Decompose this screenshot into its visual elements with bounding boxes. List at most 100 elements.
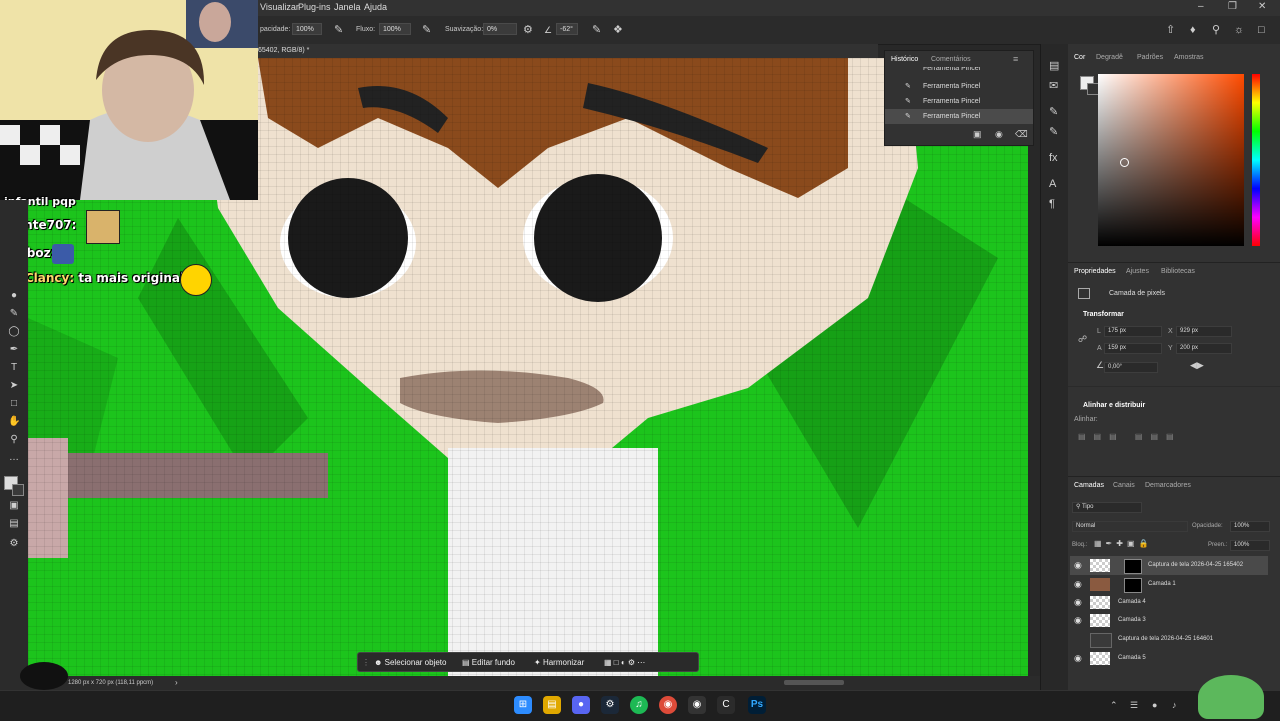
frame-tool-icon[interactable]: ⚙ <box>8 538 20 550</box>
fx-panel-icon[interactable]: fx <box>1049 152 1058 164</box>
harmonize-button[interactable]: ✦ Harmonizar <box>534 658 584 667</box>
tab-ajustes[interactable]: Ajustes <box>1126 268 1149 275</box>
discord-icon[interactable]: ● <box>572 696 590 714</box>
drag-handle-icon[interactable]: ⋮ <box>362 658 370 667</box>
layer-opacity-field[interactable]: 100% <box>1230 521 1270 532</box>
panel-menu-icon[interactable]: ≡ <box>1013 54 1018 64</box>
zoom-tool-icon[interactable]: ⚲ <box>8 434 20 446</box>
history-item[interactable]: ✎ Ferramenta Pincel <box>885 94 1033 109</box>
symmetry-icon[interactable]: ❖ <box>613 24 623 36</box>
tab-cor[interactable]: Cor <box>1074 54 1085 61</box>
restore-icon[interactable]: ❐ <box>1228 1 1237 12</box>
spotify-icon[interactable]: ♫ <box>630 696 648 714</box>
eye-icon[interactable]: ◉ <box>1074 556 1082 575</box>
flow-field[interactable]: 100% <box>379 23 411 35</box>
align-buttons[interactable]: ▤▤▤ ▤▤▤ <box>1078 432 1182 441</box>
layer-mask-thumbnail[interactable] <box>1124 578 1142 593</box>
brushes-panel-icon[interactable]: ✎ <box>1049 126 1058 138</box>
menu-janela[interactable]: Janela <box>334 2 361 12</box>
history-item[interactable]: ✎ Ferramenta Pincel <box>885 79 1033 94</box>
link-icon[interactable]: ☍ <box>1078 334 1087 345</box>
pen-tool-icon[interactable]: ✒ <box>8 344 20 356</box>
angle-field[interactable]: 0,00° <box>1104 362 1158 373</box>
more-options-icon[interactable]: ▦ □ ◐ ⚙ ⋯ <box>604 658 645 667</box>
hue-slider[interactable] <box>1252 74 1260 246</box>
tab-degrade[interactable]: Degradê <box>1096 54 1123 61</box>
brush-tool-icon[interactable]: ● <box>8 290 20 302</box>
layer-row[interactable]: ◉ Camada 5 <box>1070 649 1268 668</box>
tab-historico[interactable]: Histórico <box>891 56 918 63</box>
paragraph-panel-icon[interactable]: ¶ <box>1049 198 1055 210</box>
layer-row[interactable]: ◉ Camada 1 <box>1070 575 1268 594</box>
menu-ajuda[interactable]: Ajuda <box>364 2 387 12</box>
eye-icon[interactable]: ◉ <box>1074 575 1082 594</box>
gear-icon[interactable]: ⚙ <box>523 24 533 36</box>
document-tab[interactable]: 65402, RGB/8) * <box>258 44 878 59</box>
tab-amostras[interactable]: Amostras <box>1174 54 1204 61</box>
minimize-icon[interactable]: – <box>1198 1 1204 12</box>
lightbulb-icon[interactable]: ☼ <box>1234 24 1244 36</box>
lock-icons[interactable]: ▦✒✚▣🔒 <box>1094 539 1152 548</box>
angle-field[interactable]: -62° <box>556 23 578 35</box>
tab-bibliotecas[interactable]: Bibliotecas <box>1161 268 1195 275</box>
tab-propriedades[interactable]: Propriedades <box>1074 268 1116 275</box>
obs-icon[interactable]: ◉ <box>688 696 706 714</box>
start-icon[interactable]: ⊞ <box>514 696 532 714</box>
opacity-field[interactable]: 100% <box>292 23 322 35</box>
tab-canais[interactable]: Canais <box>1113 482 1135 489</box>
wifi-icon[interactable]: ☰ <box>1130 700 1138 711</box>
eye-icon[interactable]: ◉ <box>1074 611 1082 630</box>
quick-mask-icon[interactable]: ▣ <box>8 500 20 512</box>
horizontal-scrollbar[interactable] <box>784 680 844 685</box>
path-select-tool-icon[interactable]: ➤ <box>8 380 20 392</box>
workspace-icon[interactable]: □ <box>1258 24 1265 36</box>
share-icon[interactable]: ⇧ <box>1166 24 1175 36</box>
history-panel-icon[interactable]: ▤ <box>1049 60 1059 72</box>
menu-plugins[interactable]: Plug-ins <box>298 2 331 12</box>
volume-icon[interactable]: ♪ <box>1172 700 1177 710</box>
tab-comentarios[interactable]: Comentários <box>931 56 971 63</box>
eye-icon[interactable]: ◉ <box>1074 649 1082 668</box>
layer-row[interactable]: ◉ Camada 4 <box>1070 593 1268 612</box>
tab-demarcadores[interactable]: Demarcadores <box>1145 482 1191 489</box>
comments-panel-icon[interactable]: ✉ <box>1049 80 1058 92</box>
file-explorer-icon[interactable]: ▤ <box>543 696 561 714</box>
chrome-icon[interactable]: ◉ <box>659 696 677 714</box>
character-panel-icon[interactable]: A <box>1049 178 1056 190</box>
history-item-selected[interactable]: ✎ Ferramenta Pincel <box>885 109 1033 124</box>
tray-chevron-icon[interactable]: ⌃ <box>1110 700 1118 711</box>
dodge-tool-icon[interactable]: ◯ <box>8 326 20 338</box>
pressure-size-icon[interactable]: ✎ <box>592 24 601 36</box>
close-icon[interactable]: ✕ <box>1258 1 1266 12</box>
photoshop-icon[interactable]: Ps <box>748 696 766 714</box>
tab-camadas[interactable]: Camadas <box>1074 482 1104 489</box>
more-tools-icon[interactable]: … <box>8 452 20 464</box>
bell-icon[interactable]: ♦ <box>1190 24 1196 36</box>
tab-padroes[interactable]: Padrões <box>1137 54 1163 61</box>
brush-settings-icon[interactable]: ✎ <box>1049 106 1058 118</box>
layer-row-selected[interactable]: ◉ Captura de tela 2026-04-25 165402 <box>1070 556 1268 575</box>
hand-tool-icon[interactable]: ✋ <box>8 416 20 428</box>
airbrush-icon[interactable]: ✎ <box>422 24 431 36</box>
status-chevron-icon[interactable]: › <box>175 676 178 690</box>
layer-filter-select[interactable]: ⚲ Tipo <box>1072 502 1142 513</box>
color-field[interactable] <box>1098 74 1244 246</box>
rectangle-tool-icon[interactable]: □ <box>8 398 20 410</box>
steam-icon[interactable]: ⚙ <box>601 696 619 714</box>
smoothing-field[interactable]: 0% <box>483 23 517 35</box>
layer-mask-thumbnail[interactable] <box>1124 559 1142 574</box>
width-field[interactable]: 175 px <box>1104 326 1162 337</box>
background-color-swatch[interactable] <box>12 484 24 496</box>
flip-horizontal-icon[interactable]: ◀▶ <box>1190 360 1204 371</box>
pressure-opacity-icon[interactable]: ✎ <box>334 24 343 36</box>
menu-visualizar[interactable]: Visualizar <box>260 2 299 12</box>
new-document-icon[interactable]: ▣ <box>973 129 982 140</box>
layer-row[interactable]: Captura de tela 2026-04-25 164601 <box>1070 630 1268 649</box>
search-icon[interactable]: ⚲ <box>1212 24 1220 36</box>
x-field[interactable]: 929 px <box>1176 326 1232 337</box>
select-object-button[interactable]: ☻ Selecionar objeto <box>374 658 446 667</box>
microphone-icon[interactable]: ● <box>1152 700 1157 710</box>
capcut-icon[interactable]: C <box>717 696 735 714</box>
edit-background-button[interactable]: ▤ Editar fundo <box>462 658 515 667</box>
blend-mode-select[interactable]: Normal <box>1072 521 1188 532</box>
